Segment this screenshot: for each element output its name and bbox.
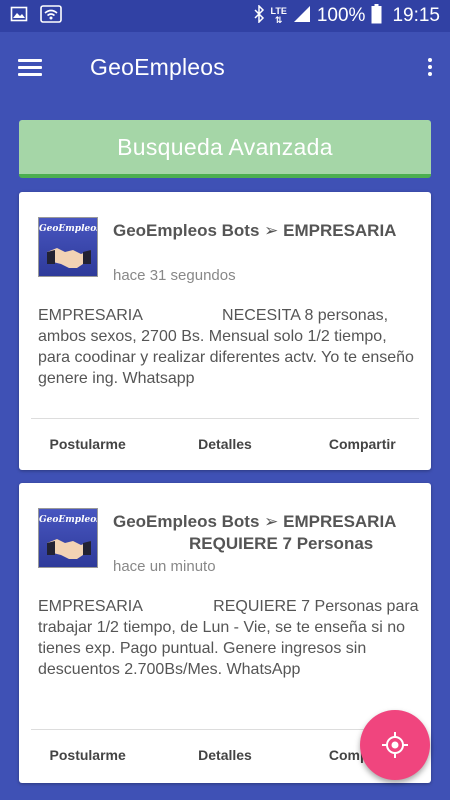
details-button[interactable]: Detalles — [156, 436, 293, 452]
card-description: EMPRESARIA NECESITA 8 personas, ambos se… — [38, 307, 419, 387]
app-title: GeoEmpleos — [90, 53, 225, 80]
battery-percentage: 100% — [316, 5, 366, 26]
divider — [31, 729, 419, 730]
post-time: hace un minuto — [113, 558, 216, 575]
share-button[interactable]: Compartir — [294, 436, 431, 452]
divider — [31, 418, 419, 419]
company-logo: GeoEmpleos — [38, 508, 98, 568]
card-header-line-2: REQUIERE 7 Personas — [189, 534, 374, 553]
handshake-icon — [47, 539, 91, 559]
apply-button[interactable]: Postularme — [19, 747, 156, 763]
handshake-icon — [47, 248, 91, 268]
card-header-line-1: GeoEmpleos Bots ➢ EMPRESARIA — [113, 512, 397, 531]
network-type: LTE ⇅ — [270, 6, 287, 25]
image-icon — [10, 5, 28, 28]
status-bar: LTE ⇅ 100% 19:15 — [0, 0, 450, 32]
location-target-icon — [382, 732, 408, 758]
job-card[interactable]: GeoEmpleos GeoEmpleos Bots ➢ EMPRESARIA … — [19, 192, 431, 470]
post-time: hace 31 segundos — [113, 267, 236, 284]
menu-icon — [18, 55, 42, 80]
menu-button[interactable] — [0, 32, 60, 102]
company-logo: GeoEmpleos — [38, 217, 98, 277]
apply-button[interactable]: Postularme — [19, 436, 156, 452]
card-actions: Postularme Detalles Compartir — [19, 436, 431, 452]
overflow-menu-icon — [428, 58, 432, 62]
battery-icon — [371, 3, 382, 29]
wifi-icon — [40, 4, 62, 28]
my-location-fab[interactable] — [360, 710, 430, 780]
logo-text: GeoEmpleos — [39, 224, 98, 234]
signal-icon — [293, 5, 311, 28]
card-header: GeoEmpleos Bots ➢ EMPRESARIA REQUIERE 7 … — [113, 511, 416, 555]
card-description: EMPRESARIA REQUIERE 7 Personas para trab… — [38, 598, 424, 678]
app-bar: GeoEmpleos — [0, 32, 450, 102]
logo-text: GeoEmpleos — [39, 515, 98, 525]
card-header: GeoEmpleos Bots ➢ EMPRESARIA — [113, 221, 397, 240]
clock: 19:15 — [392, 5, 440, 26]
advanced-search-button[interactable]: Busqueda Avanzada — [19, 120, 431, 178]
overflow-menu-button[interactable] — [410, 32, 450, 102]
bluetooth-icon — [253, 3, 265, 28]
details-button[interactable]: Detalles — [156, 747, 293, 763]
